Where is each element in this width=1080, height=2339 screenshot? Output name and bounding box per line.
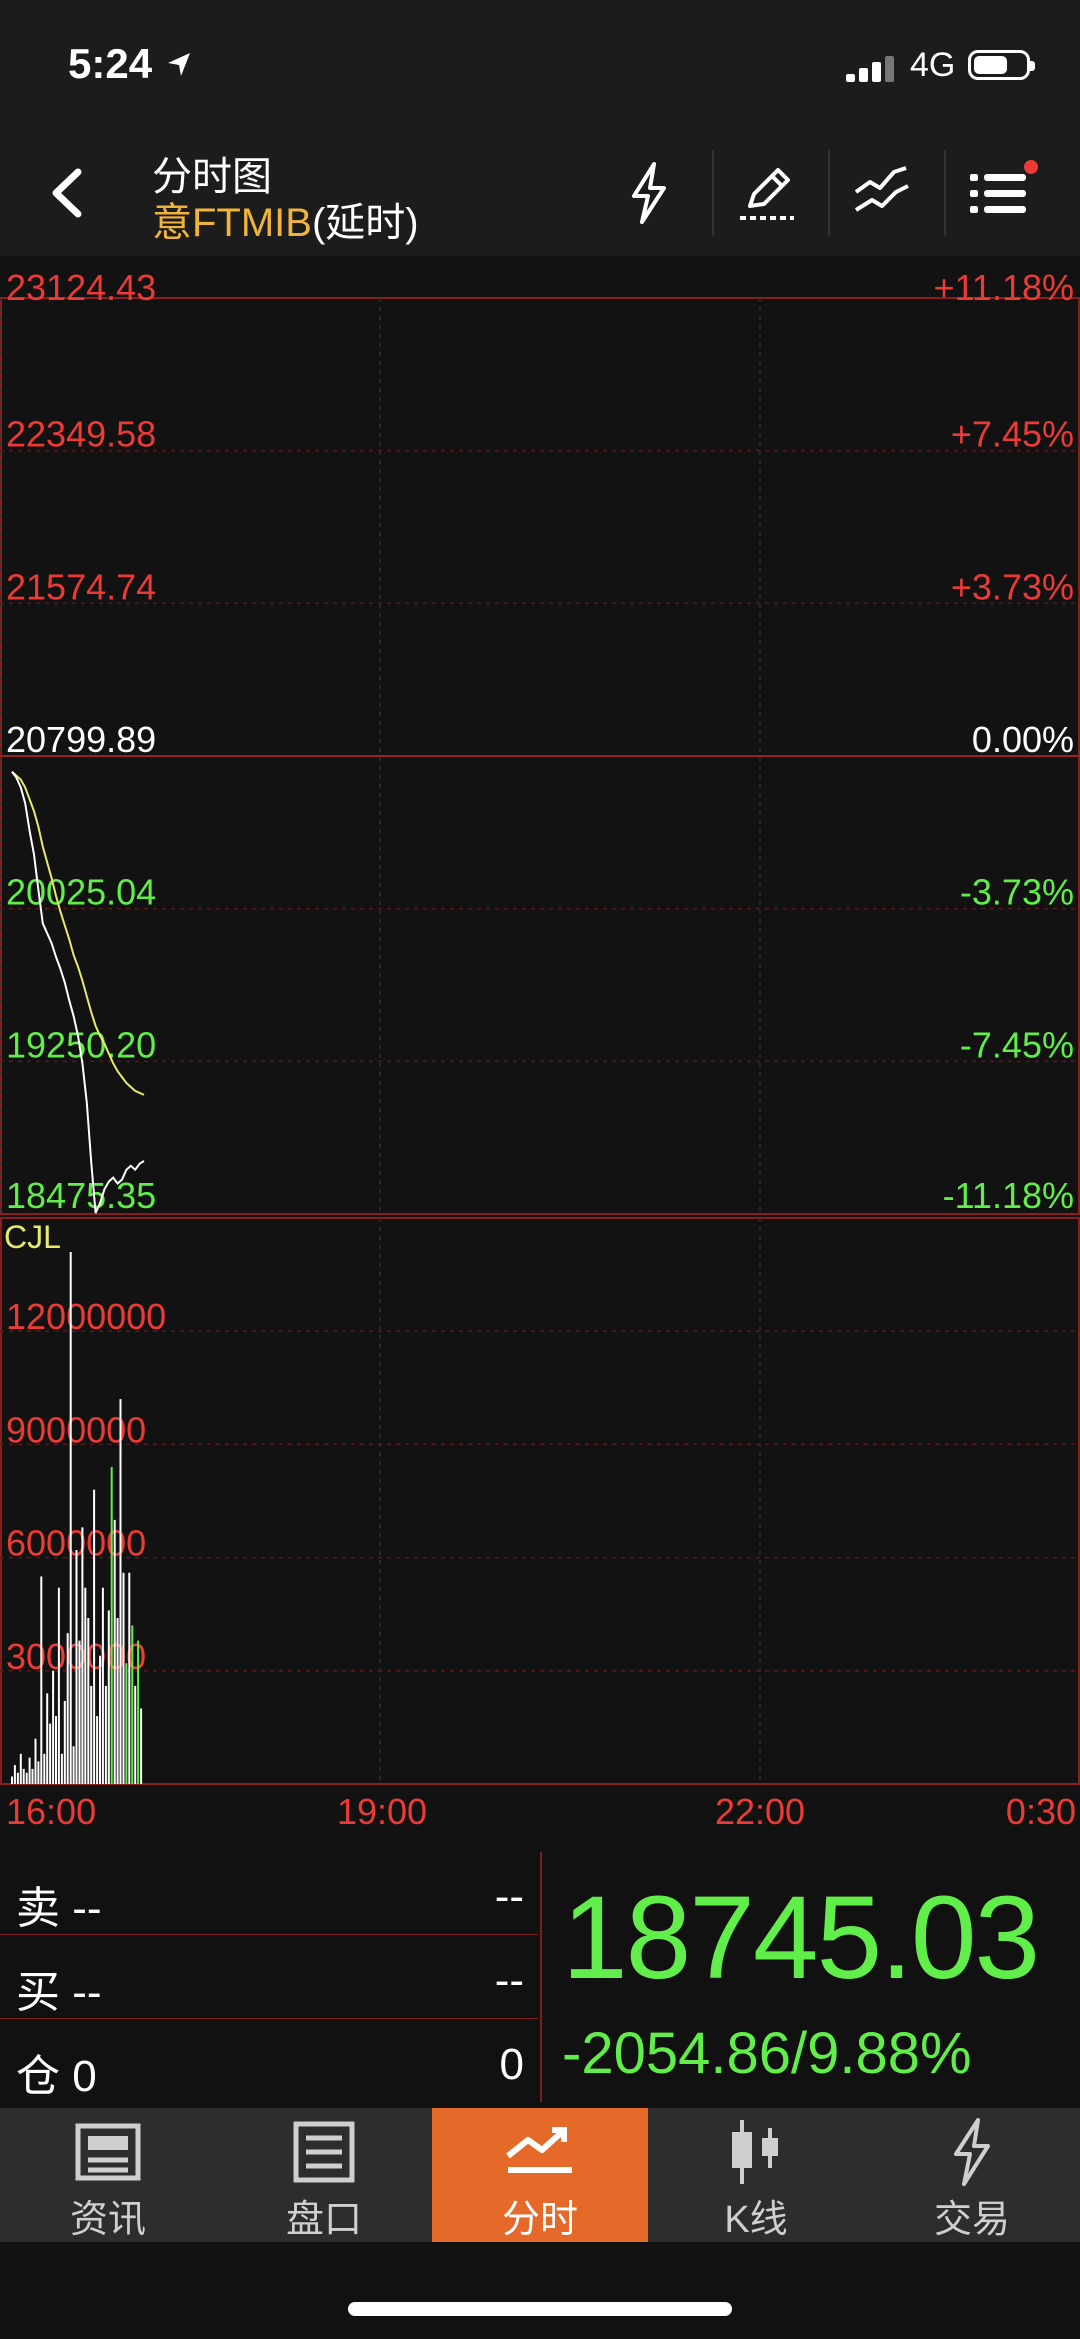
draw-button[interactable]: [730, 156, 804, 230]
last-price: 18745.03: [562, 1872, 1040, 2004]
percent-axis-label: -7.45%: [960, 1024, 1074, 1065]
instrument-title: 意FTMIB(延时): [152, 190, 419, 248]
tab-label: 盘口: [285, 2199, 362, 2241]
cellular-signal-icon: [846, 56, 898, 82]
price-axis-label: 20799.89: [6, 719, 156, 760]
clock-text: 5:24: [68, 40, 153, 87]
flash-button[interactable]: [612, 156, 686, 230]
tab-label: 交易: [933, 2199, 1010, 2241]
nav-divider: [828, 150, 830, 236]
menu-icon: [970, 160, 1038, 213]
price-axis-label: 21574.74: [6, 566, 156, 607]
buy-label: 买 --: [16, 1968, 102, 2017]
price-axis-label: 18475.35: [6, 1175, 156, 1216]
percent-axis-label: -3.73%: [960, 872, 1074, 913]
chart-canvas[interactable]: 23124.43 +11.18% 22349.58 +7.45% 21574.74 +3.…: [0, 256, 1080, 1840]
pen-icon: [740, 168, 794, 220]
time-axis-label: 22:00: [715, 1791, 805, 1832]
menu-button[interactable]: [964, 156, 1038, 230]
battery-level: [974, 56, 1007, 74]
chevron-left-icon: [52, 168, 82, 218]
quote-panel: 卖 -- -- 买 -- -- 仓 0 0 18745.03 -2054.86/…: [0, 1852, 1080, 2102]
position-label: 仓 0: [16, 2052, 97, 2101]
sell-row: 卖 -- --: [0, 1852, 538, 1935]
intraday-chart[interactable]: 23124.43 +11.18% 22349.58 +7.45% 21574.74 +3.…: [0, 256, 1080, 1840]
price-axis-label: 20025.04: [6, 872, 156, 913]
price-axis-label: 23124.43: [6, 267, 156, 308]
tab-trade[interactable]: 交易: [864, 2108, 1080, 2242]
price-change: -2054.86/9.88%: [562, 2021, 972, 2086]
tab-order-book[interactable]: 盘口: [216, 2108, 432, 2242]
trend-lines-icon: [854, 166, 909, 212]
volume-axis-label: 12000000: [6, 1296, 166, 1337]
nav-divider: [944, 150, 946, 236]
buy-row: 买 -- --: [0, 1936, 538, 2019]
intraday-chart-icon: [506, 2127, 572, 2173]
percent-axis-label: +11.18%: [934, 267, 1074, 308]
time-axis-label: 19:00: [337, 1791, 427, 1832]
time-axis-label: 16:00: [6, 1791, 96, 1832]
price-block: 18745.03 -2054.86/9.88%: [540, 1852, 1080, 2102]
tab-label: 分时: [501, 2199, 578, 2241]
clock: 5:24: [68, 40, 194, 88]
sell-value: --: [494, 1872, 524, 1921]
nav-bar: 分时图 意FTMIB(延时): [0, 130, 1080, 256]
tab-news[interactable]: 资讯: [0, 2108, 216, 2242]
volume-title: CJL: [4, 1219, 61, 1255]
candlestick-icon: [732, 2120, 778, 2184]
newspaper-icon: [75, 2123, 141, 2181]
location-arrow-icon: [167, 53, 190, 76]
tab-candlestick[interactable]: K线: [648, 2108, 864, 2242]
tab-intraday[interactable]: 分时: [432, 2108, 648, 2242]
percent-axis-label: -11.18%: [943, 1175, 1074, 1216]
time-axis-label: 0:30: [1006, 1791, 1076, 1832]
percent-axis-label: 0.00%: [972, 719, 1074, 760]
back-button[interactable]: [40, 160, 100, 226]
percent-axis-label: +7.45%: [951, 414, 1074, 455]
sell-label: 卖 --: [16, 1884, 102, 1933]
tab-bar: 资讯 盘口 分时 K线 交易: [0, 2108, 1080, 2242]
tab-label: 资讯: [69, 2199, 146, 2241]
percent-axis-label: +3.73%: [951, 566, 1074, 607]
nav-divider: [712, 150, 714, 236]
volume-axis-label: 9000000: [6, 1409, 146, 1450]
instrument-name: 意FTMIB: [152, 201, 312, 245]
indicator-button[interactable]: [846, 156, 920, 230]
price-axis-label: 22349.58: [6, 414, 156, 455]
delay-label: (延时): [311, 201, 419, 245]
buy-value: --: [494, 1956, 524, 2005]
home-indicator: [348, 2302, 732, 2316]
network-type: 4G: [910, 46, 956, 84]
status-bar: 5:24 4G: [0, 0, 1080, 130]
tab-label: K线: [724, 2199, 788, 2241]
lightning-icon: [632, 162, 666, 224]
battery-icon: [968, 50, 1035, 80]
lightning-trade-icon: [954, 2118, 990, 2186]
order-book-icon: [293, 2121, 355, 2183]
price-line: [11, 771, 145, 1214]
position-row: 仓 0 0: [0, 2020, 538, 2102]
position-value: 0: [499, 2040, 524, 2089]
